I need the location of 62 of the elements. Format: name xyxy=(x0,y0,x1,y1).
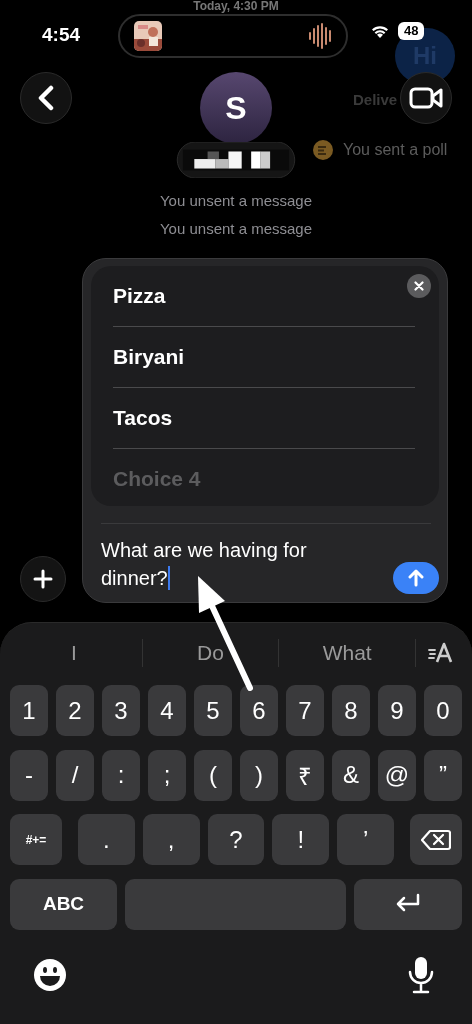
abc-key[interactable]: ABC xyxy=(10,878,117,930)
word-suggestion[interactable]: I xyxy=(6,641,142,665)
keyboard-key[interactable]: / xyxy=(56,749,94,801)
poll-option-field[interactable]: Tacos xyxy=(113,388,415,449)
keyboard-key[interactable]: : xyxy=(102,749,140,801)
keyboard-key[interactable]: 3 xyxy=(102,685,140,736)
waveform-icon xyxy=(308,23,334,49)
plus-icon xyxy=(33,569,53,589)
close-button[interactable] xyxy=(407,274,431,298)
keyboard-key[interactable]: & xyxy=(332,749,370,801)
video-camera-icon xyxy=(409,86,443,110)
question-field[interactable]: What are we having for dinner? xyxy=(101,536,371,592)
keyboard-key[interactable]: 8 xyxy=(332,685,370,736)
keyboard-key[interactable]: 0 xyxy=(424,685,462,736)
keyboard-key[interactable]: ) xyxy=(240,749,278,801)
send-button[interactable] xyxy=(393,562,439,594)
keyboard-key[interactable]: ? xyxy=(207,814,265,865)
dynamic-island[interactable] xyxy=(118,14,348,58)
text-format-icon[interactable] xyxy=(428,642,454,664)
keyboard-key[interactable]: ₹ xyxy=(286,749,324,801)
keyboard-key[interactable]: 6 xyxy=(240,685,278,736)
keyboard-key[interactable]: 7 xyxy=(286,685,324,736)
close-icon xyxy=(414,281,424,291)
microphone-icon[interactable] xyxy=(408,955,434,994)
poll-icon xyxy=(313,140,333,160)
symbols-key[interactable]: #+= xyxy=(10,814,62,865)
text-cursor xyxy=(167,566,170,590)
video-call-button[interactable] xyxy=(400,72,452,124)
system-message: You unsent a message xyxy=(159,219,313,239)
keyboard-key[interactable]: 2 xyxy=(56,685,94,736)
keyboard-key[interactable]: . xyxy=(78,814,135,865)
keyboard-key[interactable]: ” xyxy=(424,749,462,801)
poll-notice: You sent a poll xyxy=(343,141,448,159)
keyboard-key[interactable]: - xyxy=(10,749,48,801)
keyboard-key[interactable]: 4 xyxy=(148,685,186,736)
return-key[interactable] xyxy=(354,878,462,930)
arrow-up-icon xyxy=(408,569,424,587)
back-button[interactable] xyxy=(20,72,72,124)
poll-option-field[interactable]: Biryani xyxy=(113,327,415,388)
delete-key[interactable] xyxy=(410,814,462,865)
word-suggestion[interactable]: Do xyxy=(142,641,279,665)
system-message: You unsent a message xyxy=(159,191,313,211)
add-button[interactable] xyxy=(20,556,66,602)
keyboard-key[interactable]: 1 xyxy=(10,685,48,736)
keyboard-key[interactable]: , xyxy=(142,814,200,865)
wifi-icon xyxy=(370,23,390,39)
keyboard-key[interactable]: ’ xyxy=(337,814,394,865)
keyboard-key[interactable]: ; xyxy=(148,749,186,801)
back-icon xyxy=(37,85,55,111)
delivery-status: Delive xyxy=(353,91,398,108)
battery-level: 48 xyxy=(398,22,425,40)
backspace-icon xyxy=(421,828,451,851)
keyboard-key[interactable]: ! xyxy=(272,814,330,865)
emoji-icon[interactable] xyxy=(33,957,67,992)
clock: 4:54 xyxy=(41,23,82,47)
date-header: Today, 4:30 PM xyxy=(192,0,280,12)
keyboard-key[interactable]: ( xyxy=(194,749,232,801)
contact-avatar[interactable]: S xyxy=(200,72,272,144)
keyboard-key[interactable]: 9 xyxy=(378,685,416,736)
keyboard-key[interactable]: 5 xyxy=(194,685,232,736)
word-suggestion[interactable]: What xyxy=(279,641,415,665)
keyboard-key[interactable]: @ xyxy=(378,749,416,801)
